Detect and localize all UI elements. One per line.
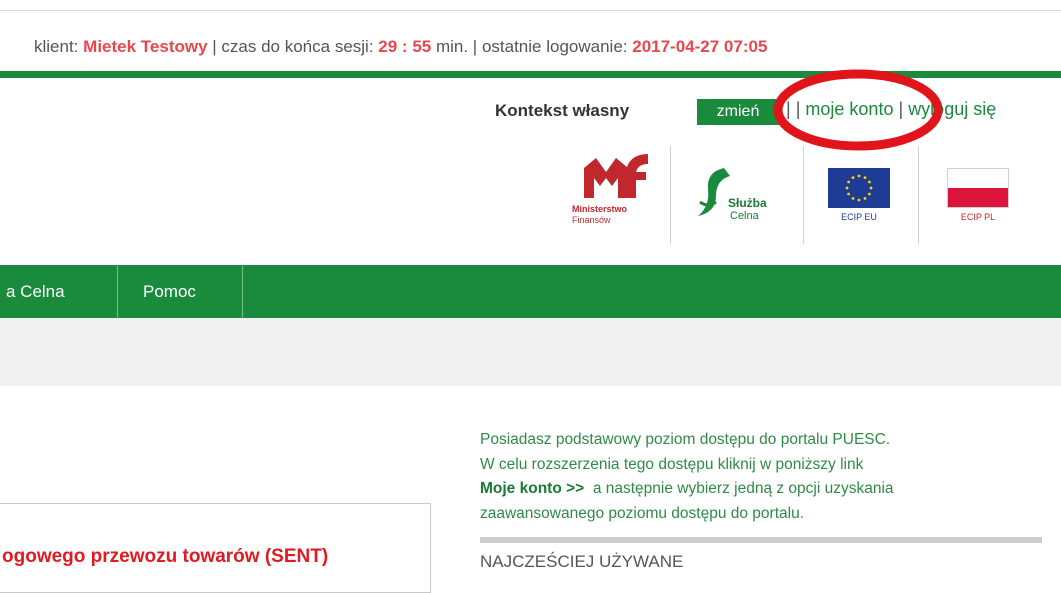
- nav-separator: [117, 265, 118, 318]
- section-divider: [480, 537, 1042, 543]
- eu-flag-icon: [828, 168, 890, 208]
- session-timer: 29 : 55: [378, 37, 432, 56]
- sc-label-line2: Celna: [730, 210, 759, 222]
- ecip-eu-logo[interactable]: ECIP EU: [818, 146, 908, 244]
- mf-label-line1: Ministerstwo: [572, 204, 628, 214]
- my-account-info-link[interactable]: Moje konto >>: [480, 480, 584, 497]
- subnav-band: [0, 318, 1061, 386]
- red-annotation-circle: [773, 69, 943, 151]
- nav-item-sluzba-celna[interactable]: a Celna: [6, 265, 65, 318]
- sc-label-line1: Służba: [728, 196, 767, 210]
- mf-mark-icon: [584, 154, 648, 198]
- top-divider: [0, 10, 1061, 11]
- logo-separator: [670, 146, 671, 244]
- sluzba-celna-mark-icon: [698, 168, 730, 216]
- sluzba-celna-logo[interactable]: Służba Celna: [688, 146, 798, 244]
- ecip-eu-caption: ECIP EU: [841, 212, 877, 222]
- nav-separator: [242, 265, 243, 318]
- session-bar: klient: Mietek Testowy | czas do końca s…: [34, 36, 767, 58]
- poland-flag-icon: [947, 168, 1009, 208]
- mf-label-line2: Finansów: [572, 215, 611, 225]
- client-name: Mietek Testowy: [83, 37, 208, 56]
- nav-item-pomoc[interactable]: Pomoc: [143, 265, 196, 318]
- info-line: Posiadasz podstawowy poziom dostępu do p…: [480, 431, 891, 448]
- last-login-value: 2017-04-27 07:05: [632, 37, 768, 56]
- session-label: | czas do końca sesji:: [212, 37, 374, 56]
- context-label: Kontekst własny: [495, 101, 630, 120]
- ecip-pl-caption: ECIP PL: [960, 212, 996, 222]
- most-used-heading: NAJCZEŚCIEJ UŻYWANE: [480, 552, 684, 571]
- client-label: klient:: [34, 37, 79, 56]
- info-line-with-link: Moje konto >> a następnie wybierz jedną …: [480, 477, 1040, 502]
- change-context-button[interactable]: zmień: [697, 99, 779, 125]
- info-line: W celu rozszerzenia tego dostępu kliknij…: [480, 455, 864, 473]
- session-unit: min. | ostatnie logowanie:: [435, 37, 628, 56]
- logo-separator: [918, 146, 919, 244]
- sent-card-title[interactable]: ogowego przewozu towarów (SENT): [2, 546, 328, 568]
- info-line-rest: a następnie wybierz jedną z opcji uzyska…: [584, 480, 894, 497]
- info-line: zaawansowanego poziomu dostępu do portal…: [480, 504, 805, 522]
- ecip-pl-logo[interactable]: ECIP PL: [935, 146, 1035, 244]
- logo-separator: [803, 146, 804, 244]
- ministerstwo-finansow-logo[interactable]: Ministerstwo Finansów: [570, 146, 680, 244]
- main-nav: a Celna Pomoc: [0, 265, 1061, 318]
- access-level-info: Posiadasz podstawowy poziom dostępu do p…: [480, 428, 1040, 526]
